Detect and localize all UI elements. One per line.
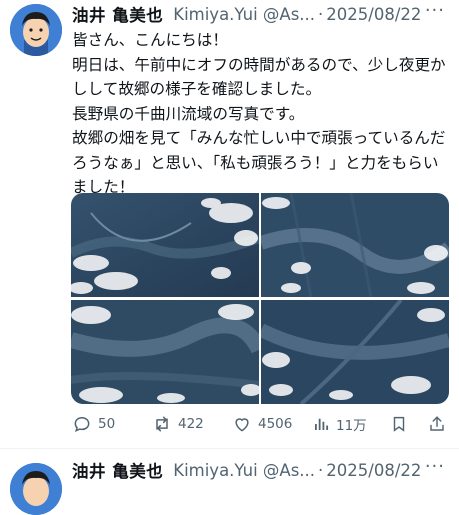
tweet-header: 油井 亀美也 Kimiya.Yui @As... · 2025/08/22 — [72, 2, 459, 26]
reply-count: 50 — [98, 416, 116, 432]
tweet[interactable]: 油井 亀美也 Kimiya.Yui @As... · 2025/08/22 ··… — [0, 0, 459, 449]
avatar-illustration — [10, 4, 62, 56]
view-count: 11万 — [336, 418, 367, 434]
avatar-illustration — [10, 463, 62, 515]
tweet-divider — [0, 448, 459, 449]
repost-count: 422 — [178, 416, 204, 432]
reply-button[interactable]: 50 — [72, 414, 115, 434]
like-count: 4506 — [258, 416, 293, 432]
views-button[interactable]: 11万 — [312, 414, 367, 434]
more-options-icon[interactable]: ··· — [425, 456, 445, 477]
bookmark-button[interactable] — [390, 414, 408, 434]
tweet-text: 皆さん、こんにちは！ 明日は、午前中にオフの時間があるので、少し夜更かしして故郷… — [72, 31, 446, 196]
satellite-photo-4[interactable] — [261, 300, 449, 404]
satellite-photo-1[interactable] — [71, 193, 259, 297]
action-bar: 50 422 4506 11万 — [72, 410, 450, 438]
share-icon — [430, 416, 444, 431]
bookmark-icon — [393, 416, 405, 432]
satellite-photo-3[interactable] — [71, 300, 259, 404]
share-button[interactable] — [428, 414, 446, 434]
more-options-icon[interactable]: ··· — [425, 0, 445, 21]
separator-dot: · — [318, 4, 324, 24]
like-icon — [235, 418, 249, 432]
separator-dot: · — [318, 460, 324, 480]
tweet-header: 油井 亀美也 Kimiya.Yui @As... · 2025/08/22 — [72, 458, 459, 482]
post-date[interactable]: 2025/08/22 — [326, 461, 421, 480]
post-date[interactable]: 2025/08/22 — [326, 5, 421, 24]
avatar[interactable] — [10, 4, 62, 56]
satellite-photo-2[interactable] — [261, 193, 449, 297]
media-grid — [71, 193, 449, 404]
views-icon — [315, 418, 329, 430]
author-handle[interactable]: Kimiya.Yui @As... — [173, 461, 315, 480]
author-name[interactable]: 油井 亀美也 — [72, 458, 163, 482]
like-button[interactable]: 4506 — [232, 414, 292, 434]
tweet[interactable]: 油井 亀美也 Kimiya.Yui @As... · 2025/08/22 ··… — [0, 456, 459, 515]
author-name[interactable]: 油井 亀美也 — [72, 2, 163, 26]
reply-icon — [74, 416, 90, 433]
avatar[interactable] — [10, 463, 62, 515]
author-handle[interactable]: Kimiya.Yui @As... — [173, 5, 315, 24]
repost-button[interactable]: 422 — [152, 414, 204, 434]
repost-icon — [156, 416, 168, 432]
